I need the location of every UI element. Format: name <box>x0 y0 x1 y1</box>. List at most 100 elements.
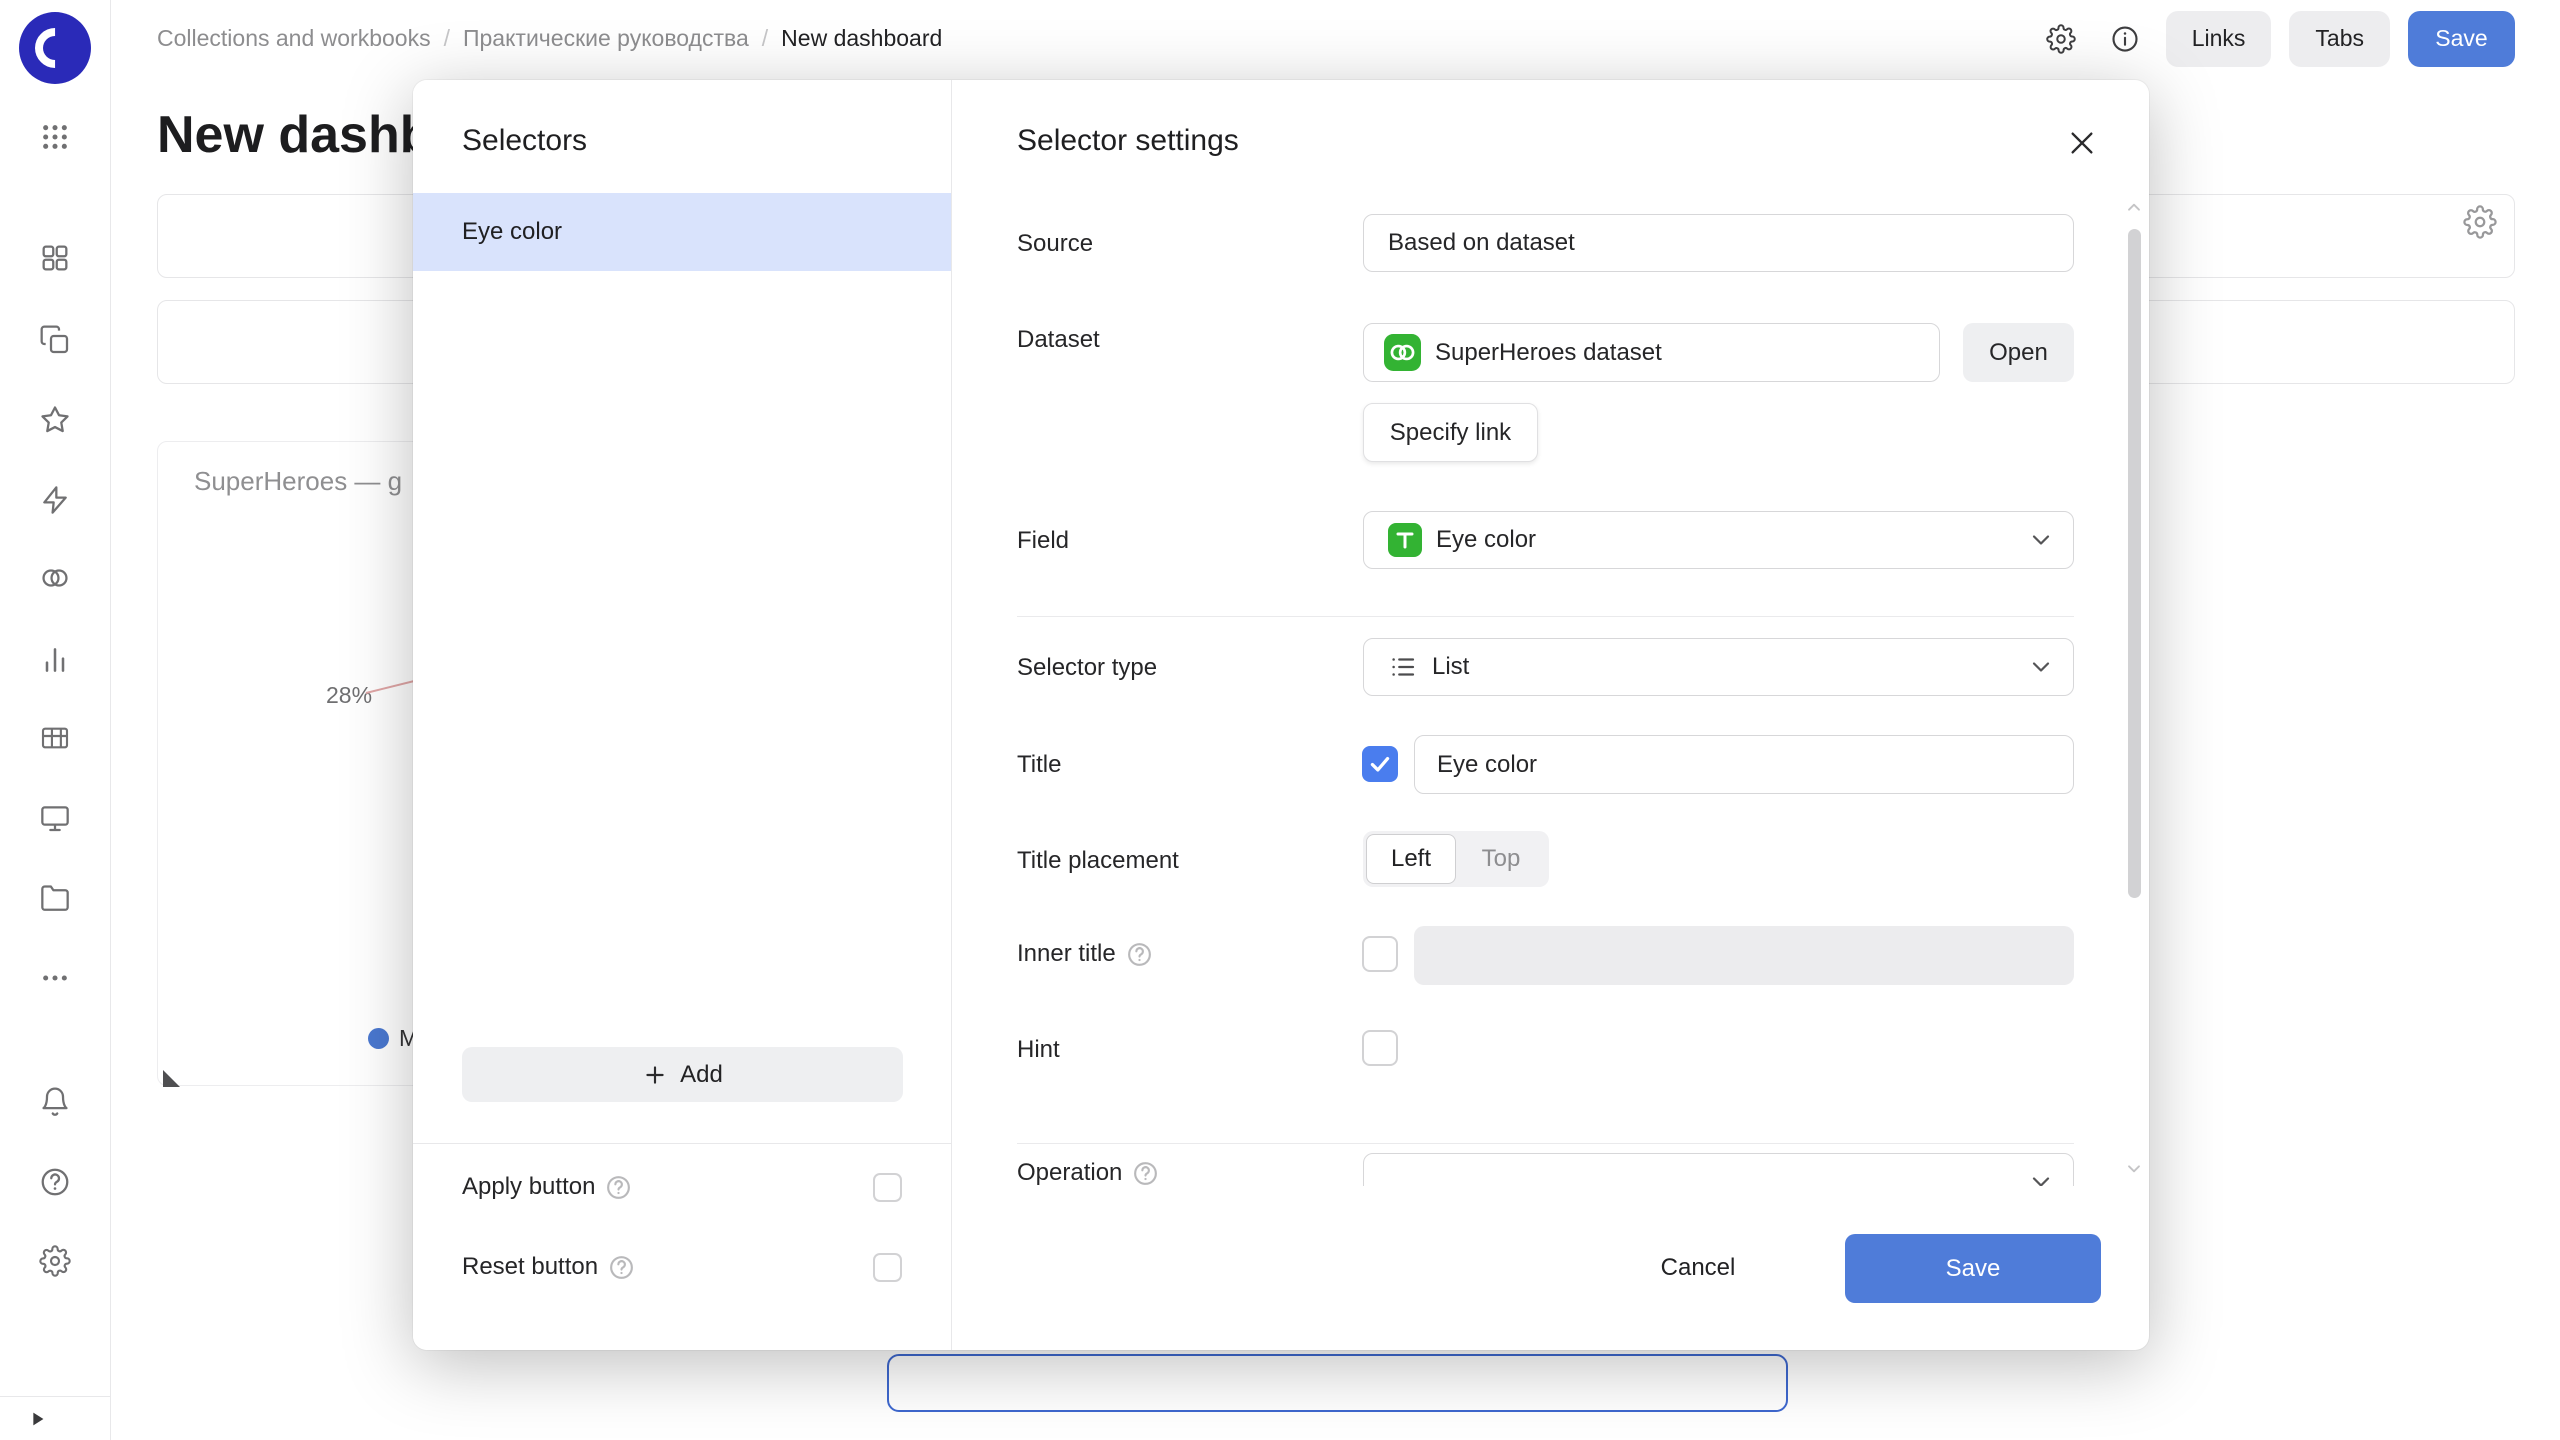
breadcrumb-collections[interactable]: Collections and workbooks <box>157 25 431 52</box>
chart-legend-item[interactable]: M <box>368 1025 418 1052</box>
reset-button-checkbox[interactable] <box>873 1253 902 1282</box>
widget-resize-handle[interactable] <box>163 1070 180 1087</box>
source-select[interactable]: Based on dataset <box>1363 214 2074 272</box>
widget-gear-icon[interactable] <box>2463 205 2497 239</box>
breadcrumb-separator: / <box>444 25 450 52</box>
selector-widget-selected[interactable] <box>887 1354 1788 1412</box>
inner-title-input-disabled <box>1414 926 2074 985</box>
placement-top-option[interactable]: Top <box>1456 834 1546 884</box>
monitor-icon[interactable] <box>39 802 71 834</box>
placement-left-option[interactable]: Left <box>1366 834 1456 884</box>
settings-form: Source Based on dataset Dataset SuperHer… <box>952 204 2149 1186</box>
table-icon[interactable] <box>39 722 71 754</box>
close-icon[interactable] <box>2059 120 2105 166</box>
chevron-down-icon <box>2027 229 2055 257</box>
scroll-up-icon[interactable] <box>2124 198 2144 218</box>
apply-button-checkbox[interactable] <box>873 1173 902 1202</box>
hint-checkbox[interactable] <box>1362 1030 1398 1066</box>
field-value: Eye color <box>1436 526 1536 554</box>
operation-select[interactable] <box>1363 1153 2074 1186</box>
help-circle-icon[interactable] <box>608 1254 635 1281</box>
dataset-label: Dataset <box>1017 326 1100 354</box>
help-circle-icon[interactable] <box>605 1174 632 1201</box>
dataset-field[interactable]: SuperHeroes dataset <box>1363 323 1940 382</box>
section-divider <box>1017 616 2074 617</box>
inner-title-label-wrap: Inner title <box>1017 940 1153 968</box>
open-dataset-button[interactable]: Open <box>1963 323 2074 382</box>
chart-title: SuperHeroes — g <box>194 466 402 497</box>
operation-label: Operation <box>1017 1159 1122 1186</box>
topbar-actions: Links Tabs Save <box>2038 11 2515 67</box>
apply-button-label: Apply button <box>462 1173 595 1201</box>
selector-settings-dialog: Selectors Eye color Add Apply button <box>413 80 2149 1350</box>
sidebar <box>0 0 111 1440</box>
source-label: Source <box>1017 230 1093 258</box>
legend-dot <box>368 1028 389 1049</box>
cancel-button[interactable]: Cancel <box>1642 1238 1754 1298</box>
breadcrumb-workbook[interactable]: Практические руководства <box>463 25 749 52</box>
specify-link-button[interactable]: Specify link <box>1363 403 1538 462</box>
folder-icon[interactable] <box>39 882 71 914</box>
chevron-down-icon <box>2027 653 2055 681</box>
selector-list-item-selected[interactable]: Eye color <box>413 193 951 271</box>
selector-type-label: Selector type <box>1017 654 1157 682</box>
scroll-down-icon[interactable] <box>2124 1158 2144 1178</box>
expand-sidebar-icon[interactable] <box>22 1404 52 1434</box>
datalens-logo-icon[interactable] <box>19 12 91 84</box>
settings-panel-title: Selector settings <box>1017 124 1239 158</box>
dashboard-settings-gear-icon[interactable] <box>2038 16 2084 62</box>
dataset-name: SuperHeroes dataset <box>1435 339 1662 367</box>
hint-label: Hint <box>1017 1036 1060 1064</box>
copy-icon[interactable] <box>39 324 71 356</box>
add-button-label: Add <box>680 1061 723 1089</box>
selectors-panel: Selectors Eye color Add Apply button <box>413 80 952 1350</box>
modal-save-button[interactable]: Save <box>1845 1234 2101 1303</box>
bar-chart-icon[interactable] <box>39 644 71 676</box>
tabs-button[interactable]: Tabs <box>2289 11 2390 67</box>
sidebar-divider <box>0 1396 110 1397</box>
help-circle-icon[interactable] <box>1126 941 1153 968</box>
linked-circles-icon[interactable] <box>39 562 71 594</box>
field-select[interactable]: Eye color <box>1363 511 2074 569</box>
settings-gear-icon[interactable] <box>39 1245 71 1277</box>
apply-button-row: Apply button <box>462 1166 902 1208</box>
title-input[interactable] <box>1414 735 2074 794</box>
info-icon[interactable] <box>2102 16 2148 62</box>
inner-title-label: Inner title <box>1017 940 1116 968</box>
more-icon[interactable] <box>39 962 71 994</box>
widgets-icon[interactable] <box>39 242 71 274</box>
dataset-icon <box>1384 334 1421 371</box>
pie-slice-label: 28% <box>326 682 372 709</box>
help-icon[interactable] <box>39 1166 71 1198</box>
string-type-icon <box>1388 523 1422 557</box>
links-button[interactable]: Links <box>2166 11 2272 67</box>
settings-panel: Selector settings Source Based on datase… <box>952 80 2149 1350</box>
chevron-down-icon <box>2027 526 2055 554</box>
topbar: Collections and workbooks / Практические… <box>111 0 2560 77</box>
title-placement-segmented: Left Top <box>1363 831 1549 887</box>
operation-label-wrap: Operation <box>1017 1159 1159 1186</box>
section-divider <box>1017 1143 2074 1144</box>
star-icon[interactable] <box>39 404 71 436</box>
add-selector-button[interactable]: Add <box>462 1047 903 1102</box>
plus-icon <box>642 1062 668 1088</box>
selector-type-value: List <box>1432 653 1469 681</box>
source-value: Based on dataset <box>1388 229 1575 257</box>
field-label: Field <box>1017 527 1069 555</box>
reset-button-label: Reset button <box>462 1253 598 1281</box>
selector-type-select[interactable]: List <box>1363 638 2074 696</box>
inner-title-checkbox[interactable] <box>1362 936 1398 972</box>
app-root: Collections and workbooks / Практические… <box>0 0 2560 1440</box>
selectors-panel-title: Selectors <box>462 124 587 158</box>
selector-item-label: Eye color <box>462 218 562 246</box>
bell-icon[interactable] <box>39 1086 71 1118</box>
breadcrumb-separator: / <box>762 25 768 52</box>
help-circle-icon[interactable] <box>1132 1160 1159 1187</box>
apps-grid-icon[interactable] <box>39 121 71 153</box>
title-placement-label: Title placement <box>1017 847 1179 875</box>
header-save-button[interactable]: Save <box>2408 11 2515 67</box>
scrollbar-thumb[interactable] <box>2128 229 2141 898</box>
list-icon <box>1388 652 1418 682</box>
title-checkbox[interactable] <box>1362 746 1398 782</box>
lightning-icon[interactable] <box>39 484 71 516</box>
